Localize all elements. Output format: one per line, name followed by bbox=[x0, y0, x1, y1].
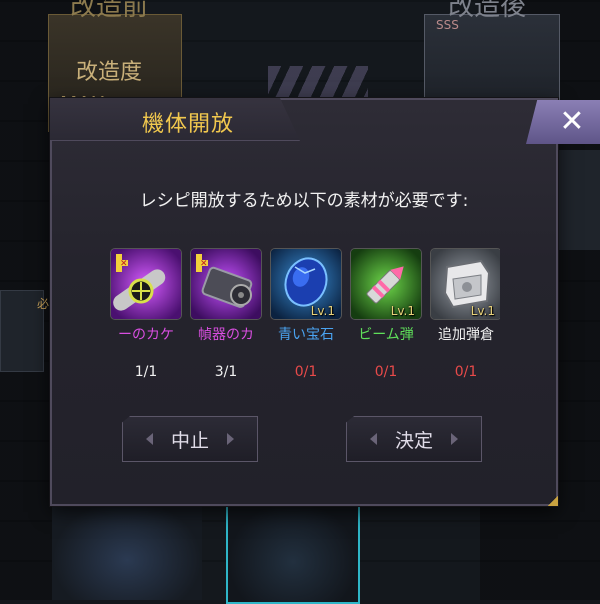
level-badge: Lv.1 bbox=[470, 304, 495, 318]
close-icon: ✕ bbox=[559, 104, 585, 139]
pre-upgrade-header: 改造前 bbox=[70, 0, 149, 22]
upgrade-degree-label: 改造度 bbox=[76, 60, 143, 85]
material-name: ーのカケ bbox=[118, 327, 174, 343]
gatling-fragment-icon: ✕ bbox=[190, 248, 262, 320]
svg-text:✕: ✕ bbox=[200, 259, 208, 269]
material-item[interactable]: Lv.1 青い宝石 0/1 bbox=[270, 248, 342, 380]
material-item[interactable]: ✕ ーのカケ 1/1 bbox=[110, 248, 182, 380]
requirement-message: レシピ開放するため以下の素材が必要です: bbox=[139, 191, 469, 211]
material-count: 0/1 bbox=[454, 364, 478, 380]
cancel-button[interactable]: 中止 bbox=[122, 416, 258, 462]
material-item[interactable]: Lv.1 追加弾倉 0/1 bbox=[430, 248, 500, 380]
material-item[interactable]: ✕ 幀器のカ 3/1 bbox=[190, 248, 262, 380]
material-item[interactable]: Lv.1 ビーム弾 0/1 bbox=[350, 248, 422, 380]
chevron-right-icon bbox=[227, 433, 234, 445]
material-name: ビーム弾 bbox=[358, 327, 414, 343]
material-list: ✕ ーのカケ 1/1 ✕ 幀器のカ 3/1 Lv.1 青い宝石 0/1 Lv.1… bbox=[110, 248, 500, 408]
material-count: 0/1 bbox=[374, 364, 398, 380]
unlock-dialog: 機体開放 ✕ レシピ開放するため以下の素材が必要です: ✕ ーのカケ 1/1 ✕… bbox=[50, 98, 600, 506]
rank-label: SSS bbox=[436, 18, 459, 32]
svg-text:✕: ✕ bbox=[120, 259, 128, 269]
chevron-left-icon bbox=[370, 433, 377, 445]
level-badge: Lv.1 bbox=[390, 304, 415, 318]
beam-bullet-icon: Lv.1 bbox=[350, 248, 422, 320]
chevron-left-icon bbox=[146, 433, 153, 445]
title-tab: 機体開放 bbox=[50, 98, 300, 141]
blue-gem-icon: Lv.1 bbox=[270, 248, 342, 320]
dialog-title: 機体開放 bbox=[142, 112, 235, 137]
post-upgrade-header: 改造後 bbox=[448, 0, 527, 22]
mech-card[interactable] bbox=[52, 500, 202, 600]
material-name: 幀器のカ bbox=[198, 327, 254, 343]
material-count: 0/1 bbox=[294, 364, 318, 380]
confirm-label: 決定 bbox=[394, 429, 433, 452]
side-label: 必 bbox=[37, 297, 50, 311]
missile-fragment-icon: ✕ bbox=[110, 248, 182, 320]
material-name: 青い宝石 bbox=[278, 327, 334, 343]
confirm-button[interactable]: 決定 bbox=[346, 416, 482, 462]
material-count: 3/1 bbox=[214, 364, 238, 380]
mech-card-selected[interactable] bbox=[226, 500, 360, 604]
chevron-right-icon bbox=[451, 433, 458, 445]
material-name: 追加弾倉 bbox=[438, 327, 494, 343]
cancel-label: 中止 bbox=[170, 429, 209, 452]
extra-magazine-icon: Lv.1 bbox=[430, 248, 500, 320]
material-count: 1/1 bbox=[134, 364, 158, 380]
side-panel-left: 必 bbox=[0, 290, 49, 372]
level-badge: Lv.1 bbox=[310, 304, 335, 318]
side-panel-right bbox=[556, 150, 600, 250]
close-button[interactable]: ✕ bbox=[526, 100, 600, 144]
